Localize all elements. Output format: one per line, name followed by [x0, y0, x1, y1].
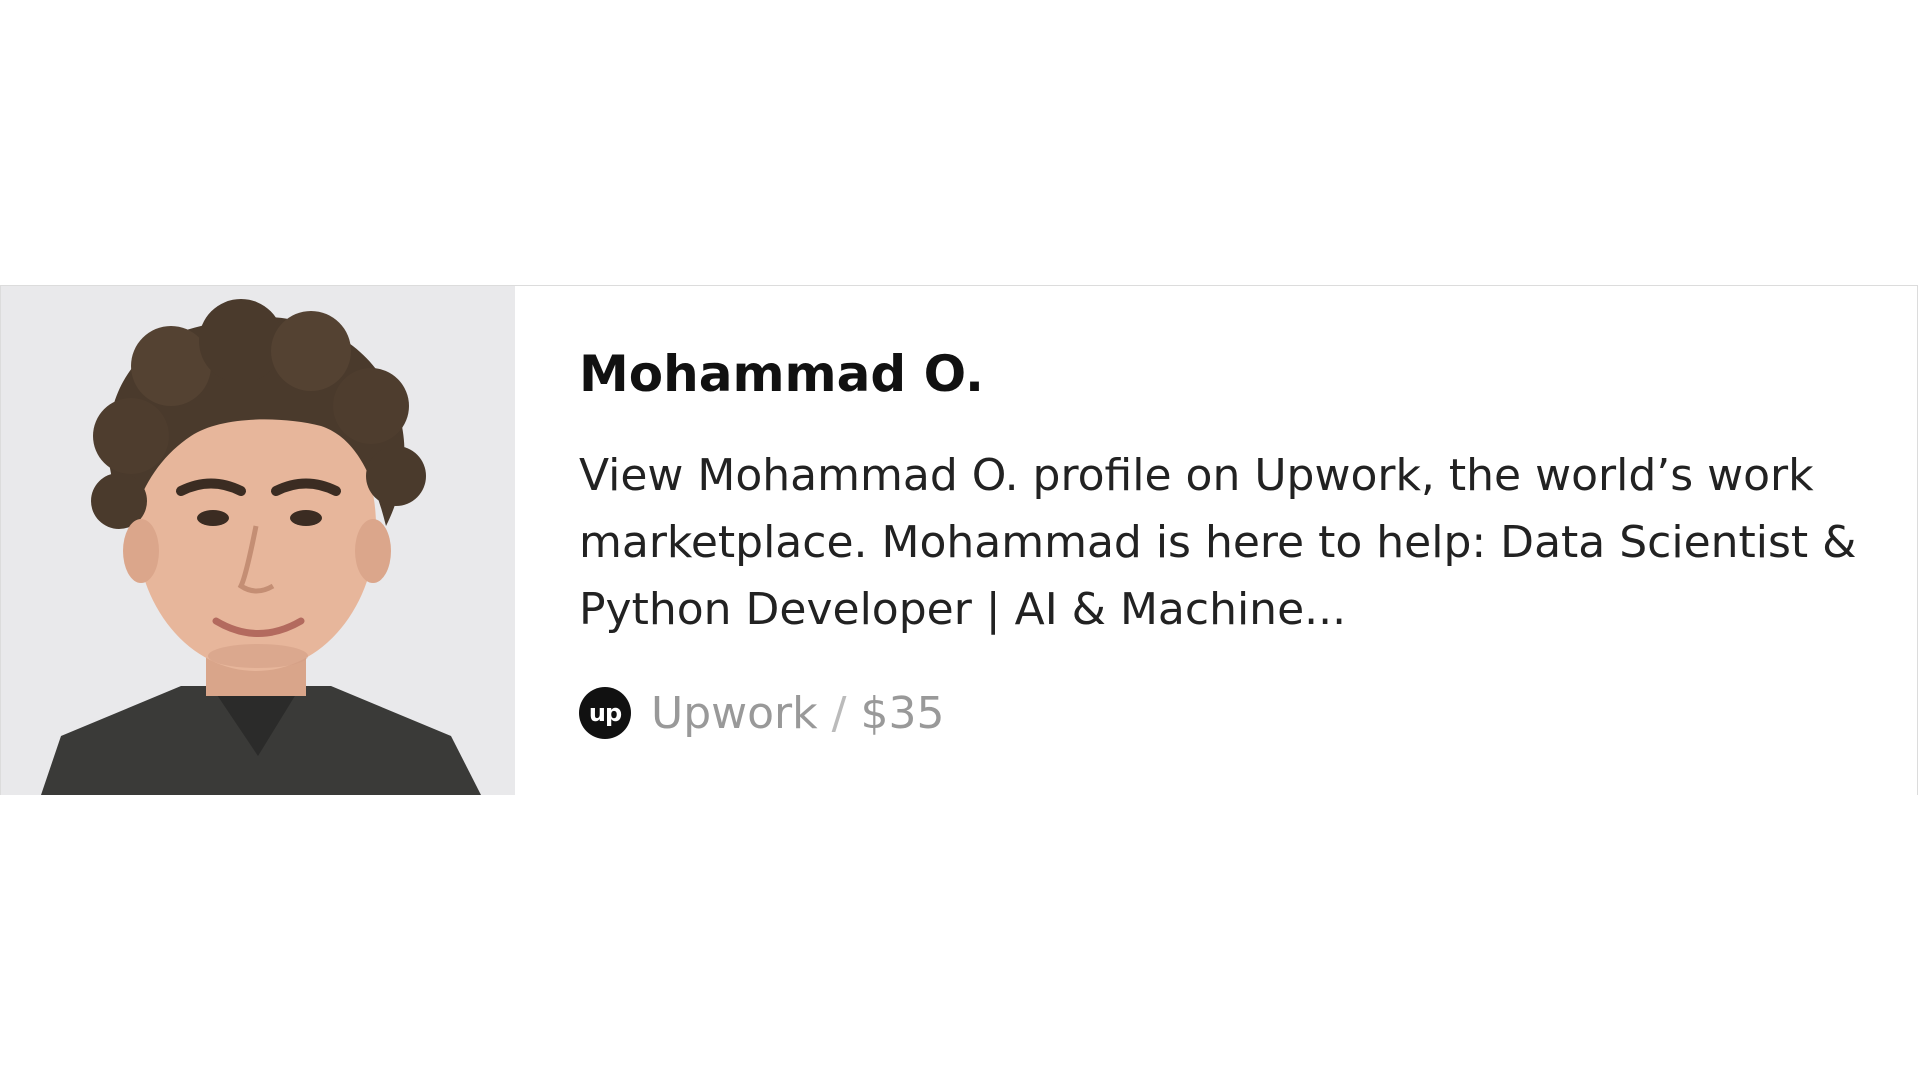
card-description: View Mohammad O. profile on Upwork, the …: [579, 450, 1857, 635]
card-content: Mohammad O. View Mohammad O. profile on …: [515, 286, 1917, 795]
source-separator: /: [831, 687, 847, 739]
card-source: up Upwork / $35: [579, 687, 1877, 739]
card-title[interactable]: Mohammad O.: [579, 344, 1877, 404]
upwork-logo-icon: up: [579, 687, 631, 739]
hourly-rate: $35: [860, 687, 945, 739]
link-preview-card[interactable]: Mohammad O. View Mohammad O. profile on …: [0, 285, 1918, 795]
profile-photo[interactable]: [1, 286, 515, 795]
avatar-illustration: [1, 286, 515, 795]
source-name: Upwork: [651, 687, 818, 739]
